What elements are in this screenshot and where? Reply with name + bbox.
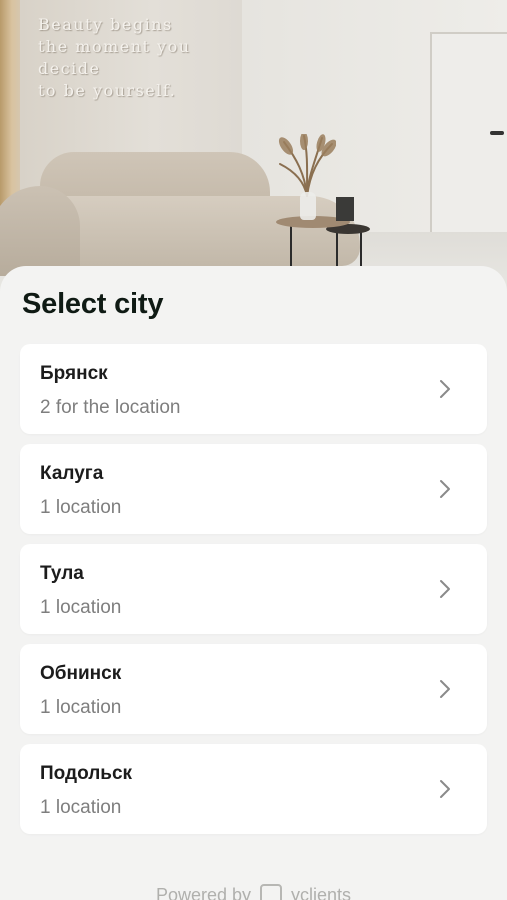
wall-text-line: the moment you decide (38, 37, 191, 78)
door-handle (490, 131, 504, 135)
location-count: 1 location (40, 597, 122, 618)
location-count: 1 location (40, 797, 122, 818)
book (336, 197, 354, 221)
table-leg (360, 230, 362, 268)
location-count: 2 for the location (40, 397, 181, 418)
chevron-right-icon (440, 780, 450, 798)
wall-text-line: to be yourself. (38, 81, 177, 100)
city-list: Брянск 2 for the location Калуга 1 locat… (20, 344, 487, 844)
city-name: Обнинск (40, 663, 122, 684)
chevron-right-icon (440, 480, 450, 498)
city-select-sheet: Select city Брянск 2 for the location Ка… (0, 266, 507, 900)
pampas-grass-icon (278, 134, 336, 197)
hero-photo: Beauty begins the moment you decide to b… (0, 0, 507, 300)
city-item-obninsk[interactable]: Обнинск 1 location (20, 644, 487, 734)
chevron-right-icon (440, 680, 450, 698)
table-leg (290, 226, 292, 268)
yclients-logo-icon (260, 884, 283, 900)
location-count: 1 location (40, 697, 122, 718)
location-count: 1 location (40, 497, 122, 518)
city-item-podolsk[interactable]: Подольск 1 location (20, 744, 487, 834)
city-item-tula[interactable]: Тула 1 location (20, 544, 487, 634)
city-item-kaluga[interactable]: Калуга 1 location (20, 444, 487, 534)
city-name: Подольск (40, 763, 133, 784)
chevron-right-icon (440, 580, 450, 598)
page-title: Select city (22, 288, 164, 320)
brand-name[interactable]: yclients (291, 885, 351, 900)
sofa-arm (0, 186, 80, 276)
powered-by-footer: Powered by yclients (0, 884, 507, 900)
city-name: Тула (40, 563, 84, 584)
powered-by-label: Powered by (155, 885, 251, 900)
city-name: Брянск (40, 363, 108, 384)
wall-lettering: Beauty begins the moment you decide to b… (38, 14, 238, 102)
wall-text-line: Beauty begins (38, 15, 173, 34)
door (430, 32, 507, 238)
chevron-right-icon (440, 380, 450, 398)
city-item-bryansk[interactable]: Брянск 2 for the location (20, 344, 487, 434)
city-name: Калуга (40, 463, 104, 484)
vase (300, 192, 316, 220)
